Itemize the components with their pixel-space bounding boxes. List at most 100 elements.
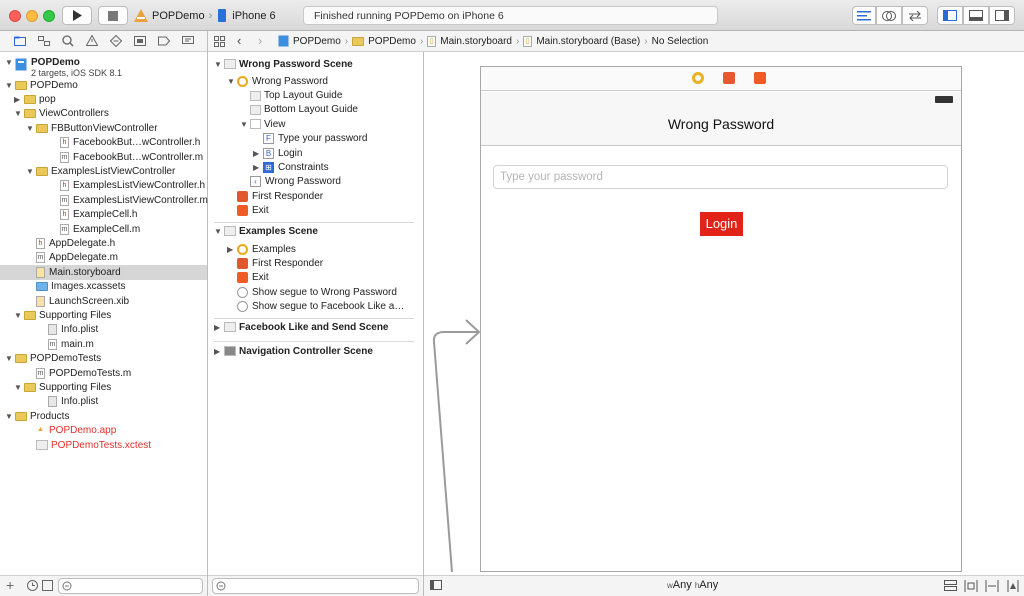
standard-editor-button[interactable] [852, 6, 876, 25]
file-tree-row[interactable]: m FacebookBut…wController.m [50, 150, 203, 164]
search-icon[interactable] [62, 35, 74, 47]
outline-item[interactable]: F Type your password [263, 132, 368, 146]
disclosure-open-icon[interactable]: ▼ [214, 227, 224, 236]
outline-item[interactable]: First Responder [237, 189, 323, 203]
size-class-selector[interactable]: wAny hAny [667, 579, 718, 591]
outline-item[interactable]: Show segue to Wrong Password [237, 285, 397, 299]
disclosure-closed-icon[interactable]: ▶ [14, 95, 24, 104]
toggle-utilities-button[interactable] [989, 6, 1015, 25]
exit-icon[interactable] [754, 72, 766, 84]
file-tree-row[interactable]: Images.xcassets [26, 280, 125, 294]
file-tree-row[interactable]: ▶ pop [14, 92, 56, 106]
file-tree-row[interactable]: h AppDelegate.h [26, 236, 115, 250]
outline-item[interactable]: ▶ ⊞ Constraints [253, 160, 329, 174]
outline-controller[interactable]: ▼ Wrong Password [227, 74, 328, 88]
minimize-window-button[interactable] [26, 10, 38, 22]
outline-item[interactable]: Exit [237, 271, 269, 285]
outline-scene-navigation[interactable]: ▶ Navigation Controller Scene [214, 344, 373, 358]
run-button[interactable] [62, 6, 92, 25]
breadcrumb-item[interactable]: No Selection [652, 36, 709, 47]
outline-item[interactable]: Show segue to Facebook Like a… [237, 300, 404, 314]
breadcrumb-item[interactable]: Main.storyboard (Base) [536, 36, 640, 47]
file-tree-row[interactable]: m AppDelegate.m [26, 251, 118, 265]
disclosure-open-icon[interactable]: ▼ [14, 311, 24, 320]
pin-icon[interactable] [985, 580, 999, 592]
file-tree-row[interactable]: ▼ Products [5, 409, 69, 423]
recent-files-icon[interactable] [27, 580, 38, 591]
disclosure-open-icon[interactable]: ▼ [26, 167, 36, 176]
outline-item[interactable]: ▶ Examples [227, 242, 296, 256]
file-tree-row[interactable]: ▲ POPDemo.app [26, 424, 116, 438]
file-tree-row[interactable]: Main.storyboard [0, 265, 207, 280]
disclosure-open-icon[interactable]: ▼ [14, 383, 24, 392]
outline-item[interactable]: ‹ Wrong Password [250, 175, 341, 189]
disclosure-closed-icon[interactable]: ▶ [214, 323, 224, 332]
disclosure-open-icon[interactable]: ▼ [26, 124, 36, 133]
outline-filter-input[interactable] [212, 578, 419, 594]
outline-scene-examples[interactable]: ▼ Examples Scene [214, 224, 318, 238]
file-tree-row[interactable]: ▼ ExamplesListViewController [26, 164, 175, 178]
disclosure-open-icon[interactable]: ▼ [5, 412, 15, 421]
disclosure-closed-icon[interactable]: ▶ [214, 347, 224, 356]
file-tree-row[interactable]: Info.plist [38, 395, 98, 409]
back-arrow-icon[interactable]: ‹ [237, 33, 241, 48]
project-root[interactable]: ▼ POPDemo 2 targets, iOS SDK 8.1 [5, 57, 122, 78]
view-controller-icon[interactable] [692, 72, 704, 84]
file-tree-row[interactable]: ▼ ViewControllers [14, 107, 109, 121]
disclosure-closed-icon[interactable]: ▶ [253, 163, 263, 172]
version-editor-button[interactable] [902, 6, 928, 25]
test-diamond-icon[interactable] [110, 35, 122, 47]
outline-item[interactable]: Top Layout Guide [250, 88, 342, 102]
disclosure-closed-icon[interactable]: ▶ [227, 245, 237, 254]
stack-view-icon[interactable] [944, 580, 957, 592]
outline-item[interactable]: Bottom Layout Guide [250, 103, 358, 117]
source-control-filter-icon[interactable] [42, 580, 53, 591]
outline-scene-facebook[interactable]: ▶ Facebook Like and Send Scene [214, 320, 389, 334]
stop-button[interactable] [98, 6, 128, 25]
file-tree-row[interactable]: POPDemoTests.xctest [26, 438, 151, 452]
outline-item[interactable]: ▶ B Login [253, 146, 302, 160]
disclosure-open-icon[interactable]: ▼ [5, 81, 15, 90]
first-responder-icon[interactable] [723, 72, 735, 84]
forward-arrow-icon[interactable]: › [258, 33, 262, 48]
outline-item[interactable]: Exit [237, 204, 269, 218]
disclosure-open-icon[interactable]: ▼ [5, 354, 15, 363]
outline-scene-wrong-password[interactable]: ▼ Wrong Password Scene [214, 57, 353, 71]
resolve-issues-icon[interactable] [1006, 580, 1020, 592]
breadcrumb-item[interactable]: POPDemo [368, 36, 416, 47]
breadcrumb-item[interactable]: POPDemo [293, 36, 341, 47]
outline-toggle-icon[interactable] [430, 580, 442, 591]
disclosure-open-icon[interactable]: ▼ [14, 109, 24, 118]
disclosure-closed-icon[interactable]: ▶ [253, 149, 263, 158]
zoom-window-button[interactable] [43, 10, 55, 22]
add-icon[interactable]: + [6, 577, 14, 593]
password-field[interactable]: Type your password [493, 165, 948, 189]
file-tree-row[interactable]: m POPDemoTests.m [26, 366, 131, 380]
assistant-editor-button[interactable] [876, 6, 902, 25]
file-tree-row[interactable]: h ExamplesListViewController.h [50, 179, 205, 193]
folder-icon[interactable] [14, 36, 26, 46]
filter-input[interactable] [58, 578, 203, 594]
file-tree-row[interactable]: h ExampleCell.h [50, 208, 137, 222]
warning-icon[interactable] [86, 35, 98, 46]
file-tree-row[interactable]: m ExampleCell.m [50, 222, 140, 236]
toggle-debug-area-button[interactable] [963, 6, 989, 25]
file-tree-row[interactable]: ▼ Supporting Files [14, 308, 111, 322]
file-tree-row[interactable]: LaunchScreen.xib [26, 294, 129, 308]
breadcrumb-item[interactable]: Main.storyboard [440, 36, 512, 47]
file-tree-row[interactable]: m main.m [38, 337, 94, 351]
toggle-navigator-button[interactable] [937, 6, 963, 25]
disclosure-open-icon[interactable]: ▼ [214, 60, 224, 69]
file-tree-row[interactable]: ▼ Supporting Files [14, 380, 111, 394]
breakpoint-icon[interactable] [158, 35, 170, 47]
close-window-button[interactable] [9, 10, 21, 22]
file-tree-row[interactable]: m ExamplesListViewController.m [50, 193, 208, 207]
debug-icon[interactable] [134, 36, 146, 46]
disclosure-open-icon[interactable]: ▼ [5, 58, 15, 67]
disclosure-open-icon[interactable]: ▼ [227, 77, 237, 86]
symbol-navigator-icon[interactable] [38, 36, 50, 46]
scheme-selector[interactable]: POPDemo › iPhone 6 [134, 6, 276, 25]
file-tree-row[interactable]: ▼ POPDemoTests [5, 352, 101, 366]
view-controller-scene[interactable]: Wrong Password Type your password Login [480, 66, 962, 572]
align-icon[interactable] [964, 580, 978, 592]
